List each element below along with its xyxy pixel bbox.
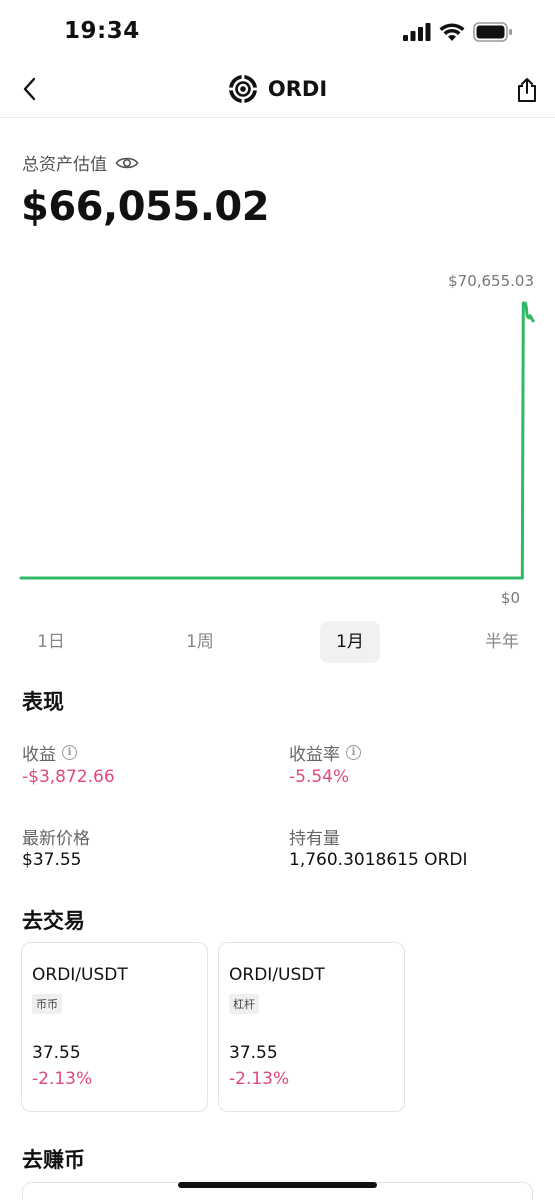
- chart-min-label: $0: [500, 589, 520, 607]
- trade-title: 去交易: [22, 909, 85, 933]
- asset-chart[interactable]: $70,655.03 $0: [0, 262, 555, 612]
- cellular-signal-icon: [403, 23, 431, 41]
- tab-1w[interactable]: 1周: [182, 621, 218, 663]
- chart-plot: [19, 301, 535, 580]
- card-pair: ORDI/USDT: [32, 965, 128, 985]
- pnl-rate-value: -5.54%: [289, 767, 350, 787]
- total-asset-label: 总资产估值: [22, 155, 107, 175]
- card-price: 37.55: [32, 1043, 81, 1063]
- pnl-label: 收益: [22, 745, 56, 765]
- nav-title-group: ORDI: [0, 74, 555, 104]
- holdings-value: 1,760.3018615 ORDI: [289, 850, 468, 870]
- last-price-label: 最新价格: [22, 829, 90, 849]
- share-button[interactable]: [511, 74, 543, 106]
- share-icon: [518, 78, 536, 102]
- status-icons: [403, 22, 513, 42]
- nav-bar: ORDI: [0, 64, 555, 118]
- card-change: -2.13%: [229, 1069, 290, 1089]
- eye-icon[interactable]: [115, 155, 139, 171]
- info-icon[interactable]: i: [346, 745, 361, 760]
- earn-title: 去赚币: [22, 1148, 85, 1172]
- status-time: 19:34: [64, 18, 140, 44]
- card-tag: 币币: [32, 994, 62, 1014]
- card-change: -2.13%: [32, 1069, 93, 1089]
- tab-6m[interactable]: 半年: [480, 621, 524, 663]
- pnl-value: -$3,872.66: [22, 767, 115, 787]
- page-title: ORDI: [267, 77, 328, 101]
- card-pair: ORDI/USDT: [229, 965, 325, 985]
- home-indicator: [178, 1182, 377, 1188]
- range-tabs: 1日 1周 1月 半年: [0, 621, 555, 663]
- last-price-value: $37.55: [22, 850, 82, 870]
- status-bar: 19:34: [0, 0, 555, 64]
- tab-1m[interactable]: 1月: [320, 621, 380, 663]
- asset-label-row: 总资产估值: [22, 150, 139, 175]
- tab-1d[interactable]: 1日: [34, 621, 68, 663]
- card-price: 37.55: [229, 1043, 278, 1063]
- info-icon[interactable]: i: [62, 745, 77, 760]
- battery-icon: [473, 22, 512, 42]
- ordi-logo-icon: [228, 75, 257, 103]
- trade-card-spot[interactable]: ORDI/USDT 币币 37.55 -2.13%: [21, 942, 208, 1112]
- performance-title: 表现: [22, 690, 64, 714]
- holdings-label: 持有量: [289, 829, 340, 849]
- pnl-rate-label-row: 收益率 i: [289, 740, 361, 765]
- chart-series-line: [19, 301, 535, 580]
- trade-card-margin[interactable]: ORDI/USDT 杠杆 37.55 -2.13%: [218, 942, 405, 1112]
- pnl-rate-label: 收益率: [289, 745, 340, 765]
- total-asset-value: $66,055.02: [21, 184, 270, 230]
- wifi-icon: [439, 22, 465, 41]
- card-tag: 杠杆: [229, 994, 259, 1014]
- pnl-label-row: 收益 i: [22, 740, 77, 765]
